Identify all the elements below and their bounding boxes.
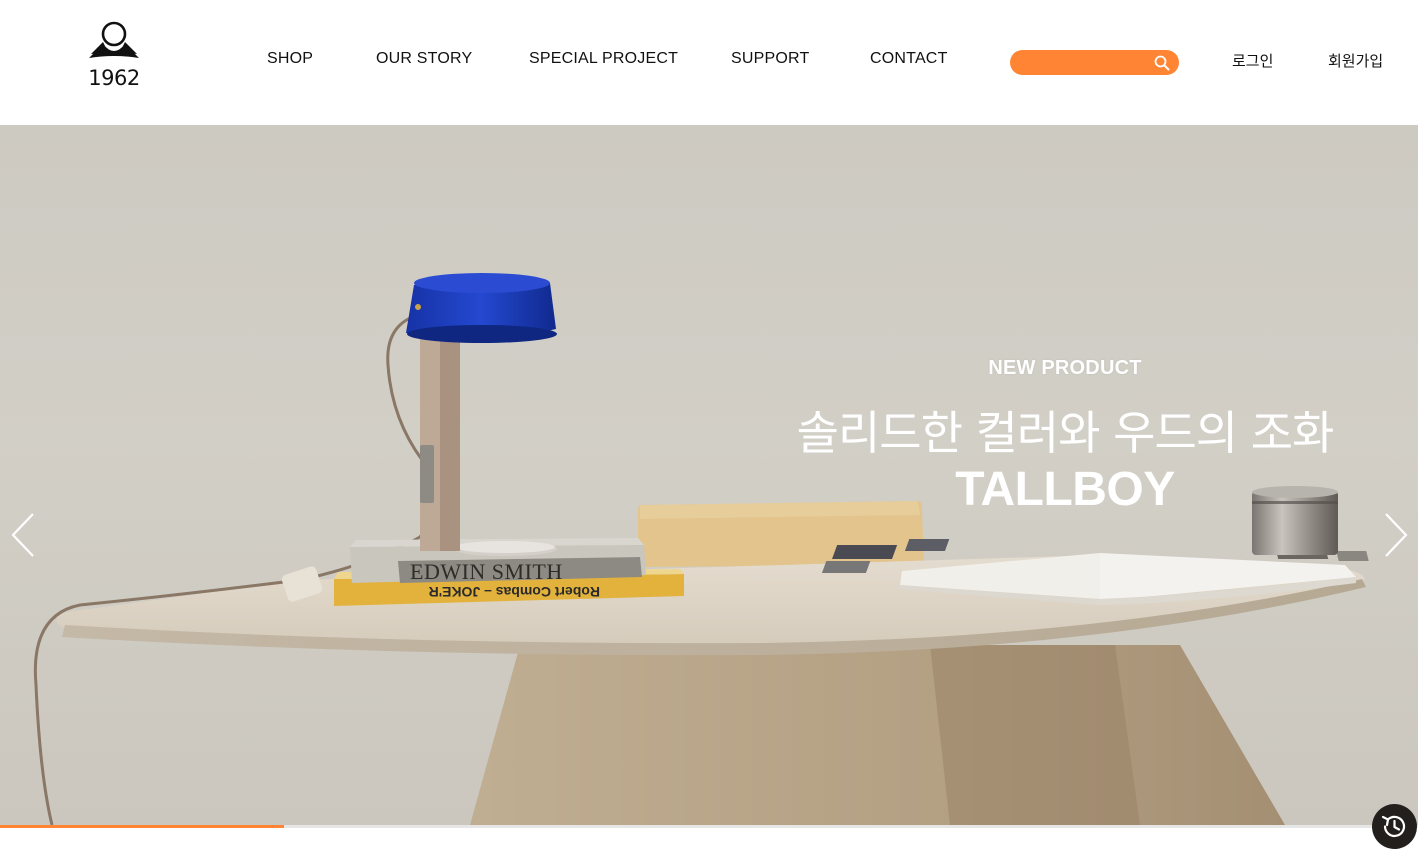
nav-shop[interactable]: SHOP	[267, 50, 313, 68]
nav-contact[interactable]: CONTACT	[870, 50, 948, 68]
slider-progress-fill	[0, 825, 284, 828]
hero-title: 솔리드한 컬러와 우드의 조화	[796, 406, 1335, 460]
history-icon[interactable]	[1372, 804, 1417, 849]
brand-logo[interactable]: 1962	[84, 20, 144, 92]
login-link[interactable]: 로그인	[1232, 50, 1273, 71]
book-spine-lower: Robert Combas – JOKE'R	[429, 584, 600, 600]
nav-our-story[interactable]: OUR STORY	[376, 50, 472, 68]
book-spine-upper: EDWIN SMITH	[410, 559, 563, 584]
logo-text: 1962	[88, 66, 140, 90]
nav-special-project[interactable]: SPECIAL PROJECT	[529, 50, 678, 68]
site-header: 1962 SHOP OUR STORY SPECIAL PROJECT SUPP…	[0, 0, 1418, 125]
chevron-right-icon[interactable]	[1380, 510, 1410, 560]
chevron-left-icon[interactable]	[9, 510, 39, 560]
hero-eyebrow: NEW PRODUCT	[988, 357, 1142, 379]
hero-product-name: TALLBOY	[955, 463, 1175, 516]
search-bar	[1010, 50, 1179, 75]
signup-link[interactable]: 회원가입	[1328, 50, 1383, 71]
search-icon[interactable]	[1153, 54, 1171, 72]
search-input[interactable]	[1022, 53, 1152, 72]
slider-progress	[0, 825, 1418, 828]
lamp-logo-icon	[89, 21, 139, 58]
hero-copy: NEW PRODUCT 솔리드한 컬러와 우드의 조화 TALLBOY	[760, 357, 1370, 518]
nav-support[interactable]: SUPPORT	[731, 50, 809, 68]
hero-slider: Robert Combas – JOKE'R EDWIN SMITH NEW P…	[0, 125, 1418, 825]
